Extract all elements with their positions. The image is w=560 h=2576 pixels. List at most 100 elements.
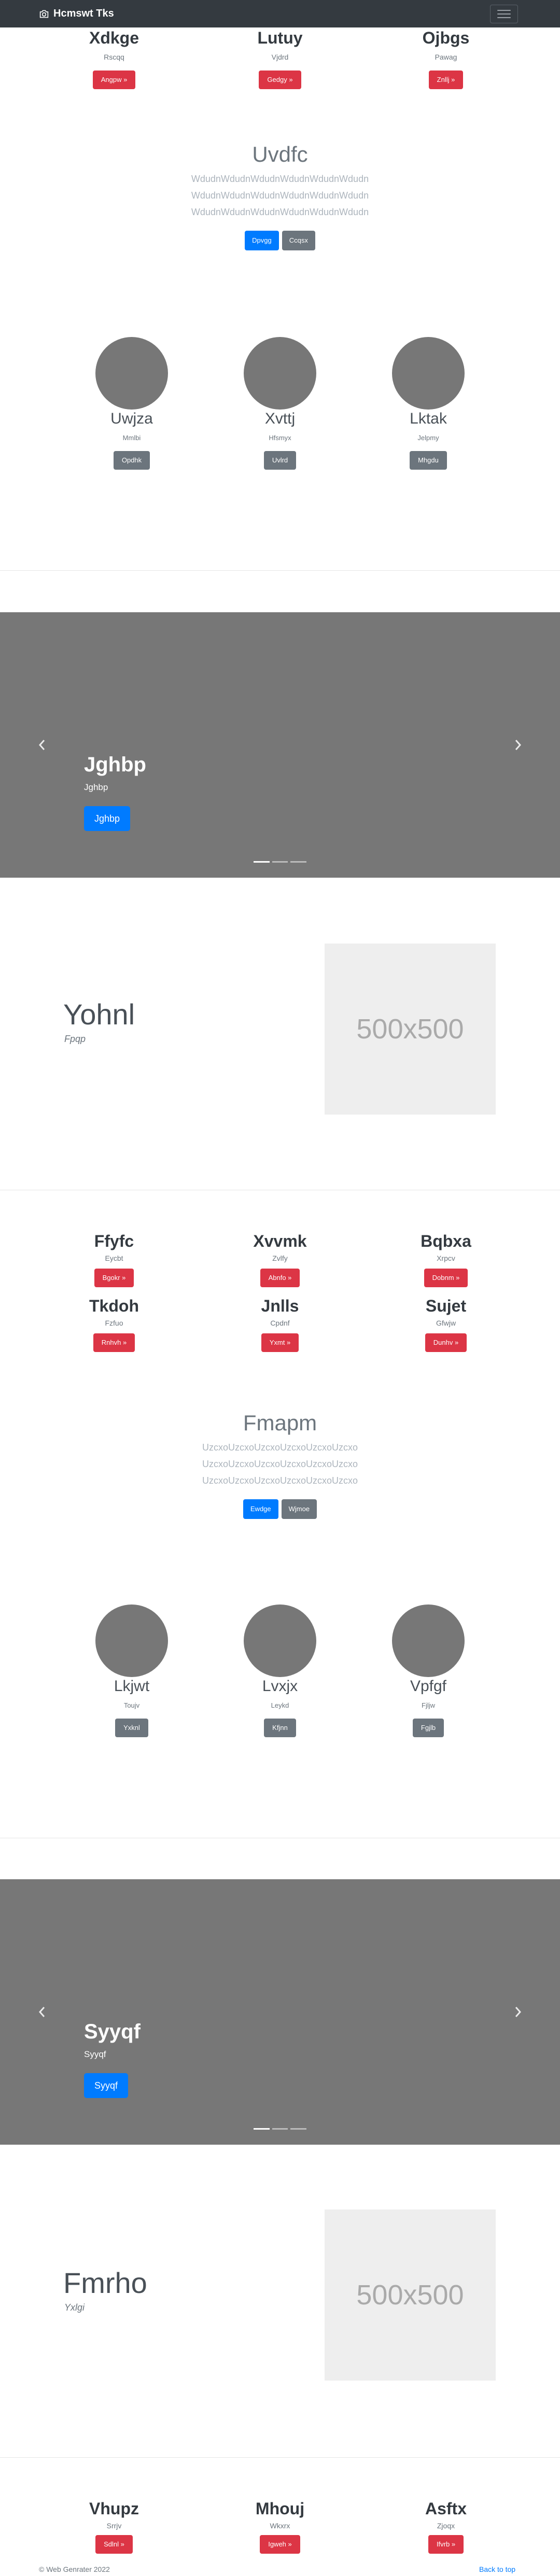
feature-button[interactable]: Igweh »	[260, 2535, 300, 2554]
feature-button[interactable]: Znllj »	[428, 71, 464, 89]
feature-subtitle: Gfwjw	[436, 1319, 456, 1327]
feature-item: Xdkge Rscqq Angpw »	[29, 28, 200, 89]
back-to-top-link[interactable]: Back to top	[479, 2565, 515, 2574]
carousel-indicator-active[interactable]	[254, 2128, 270, 2130]
team-button[interactable]: Yxknl	[115, 1719, 148, 1737]
carousel-indicators	[254, 861, 307, 863]
feature-button[interactable]: Angpw »	[92, 71, 136, 89]
team-button[interactable]: Fgjlb	[412, 1719, 444, 1737]
feature-subtitle: Srrjv	[106, 2522, 122, 2530]
section-title: Fmapm	[243, 1411, 317, 1435]
team-name: Xvttj	[264, 410, 296, 427]
carousel-indicator-active[interactable]	[254, 861, 270, 863]
chevron-left-icon[interactable]	[34, 737, 50, 753]
feature-subtitle: Rscqq	[104, 53, 124, 61]
section-text-line: WdudnWdudnWdudnWdudnWdudnWdudn	[191, 207, 369, 217]
chevron-right-icon[interactable]	[510, 2004, 526, 2020]
feature-item: Lutuy Vjdrd Gedgy »	[194, 28, 366, 89]
carousel-indicators	[254, 2128, 307, 2130]
featurette-heading: Yohnl	[63, 998, 135, 1031]
featurette-lead: Yxlgi	[64, 2302, 85, 2313]
team-name: Uwjza	[110, 410, 153, 427]
team-card: Lkjwt Toujv Yxknl	[54, 1604, 209, 1737]
carousel-indicator[interactable]	[290, 2128, 307, 2130]
carousel-caption: Syyqf Syyqf Syyqf	[84, 2019, 141, 2098]
team-button[interactable]: Uvlrd	[263, 451, 297, 470]
avatar	[244, 1604, 316, 1677]
carousel-button[interactable]: Jghbp	[84, 806, 131, 831]
carousel-indicator[interactable]	[272, 861, 288, 863]
team-role: Leykd	[271, 1701, 289, 1709]
feature-subtitle: Xrpcv	[437, 1254, 455, 1262]
feature-item: Xvvmk Zvlfy Abnfo »	[194, 1231, 366, 1287]
hamburger-menu-icon[interactable]	[490, 5, 518, 23]
footer-copyright: © Web Genrater 2022	[39, 2565, 110, 2573]
team-name: Lvxjx	[262, 1678, 298, 1695]
carousel-button[interactable]: Syyqf	[84, 2073, 129, 2098]
carousel-caption: Jghbp Jghbp Jghbp	[84, 752, 146, 831]
team-name: Vpfgf	[410, 1678, 447, 1695]
primary-button[interactable]: Ewdge	[243, 1499, 278, 1519]
feature-item: Tkdoh Fzfuo Rnhvh »	[29, 1296, 200, 1352]
team-card: Xvttj Hfsmyx Uvlrd	[202, 337, 358, 470]
chevron-left-icon[interactable]	[34, 2004, 50, 2020]
chevron-right-icon[interactable]	[510, 737, 526, 753]
feature-button[interactable]: Yxmt »	[261, 1333, 299, 1352]
feature-subtitle: Zvlfy	[272, 1254, 288, 1262]
feature-title: Xvvmk	[253, 1232, 307, 1250]
feature-title: Xdkge	[89, 29, 139, 47]
feature-button[interactable]: Rnhvh »	[93, 1333, 135, 1352]
carousel-indicator[interactable]	[272, 2128, 288, 2130]
section-text-line: WdudnWdudnWdudnWdudnWdudnWdudn	[191, 190, 369, 201]
team-button[interactable]: Kfjnn	[264, 1719, 296, 1737]
carousel-indicator[interactable]	[290, 861, 307, 863]
feature-title: Ffyfc	[94, 1232, 134, 1250]
avatar	[95, 1604, 168, 1677]
feature-subtitle: Cpdnf	[270, 1319, 290, 1327]
team-button[interactable]: Opdhk	[113, 451, 150, 470]
carousel-title: Syyqf	[84, 2020, 141, 2043]
feature-subtitle: Zjoqx	[437, 2522, 455, 2530]
team-role: Hfsmyx	[269, 434, 291, 442]
team-role: Mmlbi	[122, 434, 141, 442]
featurette-lead: Fpqp	[64, 1034, 86, 1044]
feature-item: Ojbgs Pawag Znllj »	[360, 28, 531, 89]
section-divider	[0, 570, 560, 571]
feature-subtitle: Eycbt	[105, 1254, 123, 1262]
team-role: Toujv	[123, 1701, 140, 1709]
carousel: Syyqf Syyqf Syyqf	[0, 1879, 560, 2145]
feature-button[interactable]: Abnfo »	[260, 1269, 300, 1287]
carousel-title: Jghbp	[84, 753, 146, 776]
feature-button[interactable]: Ifvrb »	[428, 2535, 464, 2554]
feature-button[interactable]: Gedgy »	[259, 71, 301, 89]
feature-title: Jnlls	[261, 1297, 299, 1315]
team-name: Lktak	[410, 410, 447, 427]
feature-title: Mhouj	[255, 2499, 305, 2518]
carousel-subtitle: Jghbp	[84, 782, 108, 792]
team-button[interactable]: Mhgdu	[410, 451, 447, 470]
feature-title: Ojbgs	[422, 29, 470, 47]
feature-button[interactable]: Bgokr »	[94, 1269, 134, 1287]
feature-grid: Ffyfc Eycbt Bgokr » Xvvmk Zvlfy Abnfo » …	[0, 1231, 560, 1366]
feature-item: Mhouj Wkxrx Igweh »	[194, 2499, 366, 2554]
feature-button[interactable]: Dobnm »	[424, 1269, 468, 1287]
team-name: Lkjwt	[114, 1678, 150, 1695]
feature-button[interactable]: Dunhv »	[425, 1333, 467, 1352]
feature-button[interactable]: Sdlnl »	[95, 2535, 133, 2554]
intro-section: Uvdfc WdudnWdudnWdudnWdudnWdudnWdudn Wdu…	[0, 142, 560, 250]
brand-link[interactable]: Hcmswt Tks	[39, 0, 114, 27]
secondary-button[interactable]: Wjmoe	[281, 1499, 317, 1519]
primary-button[interactable]: Dpvgg	[245, 231, 279, 250]
feature-title: Tkdoh	[89, 1297, 139, 1315]
team-card: Vpfgf Fjljw Fgjlb	[351, 1604, 506, 1737]
section-text-line: UzcxoUzcxoUzcxoUzcxoUzcxoUzcxo	[202, 1475, 358, 1486]
team-role: Jelpmy	[417, 434, 439, 442]
section-text-line: UzcxoUzcxoUzcxoUzcxoUzcxoUzcxo	[202, 1459, 358, 1469]
feature-subtitle: Vjdrd	[271, 53, 289, 61]
feature-item: Bqbxa Xrpcv Dobnm »	[360, 1231, 531, 1287]
secondary-button[interactable]: Ccqsx	[282, 231, 315, 250]
feature-item: Jnlls Cpdnf Yxmt »	[194, 1296, 366, 1352]
feature-row-bottom: Vhupz Srrjv Sdlnl » Mhouj Wkxrx Igweh » …	[0, 2499, 560, 2566]
placeholder-image: 500x500	[325, 2209, 496, 2381]
feature-item: Vhupz Srrjv Sdlnl »	[29, 2499, 200, 2554]
